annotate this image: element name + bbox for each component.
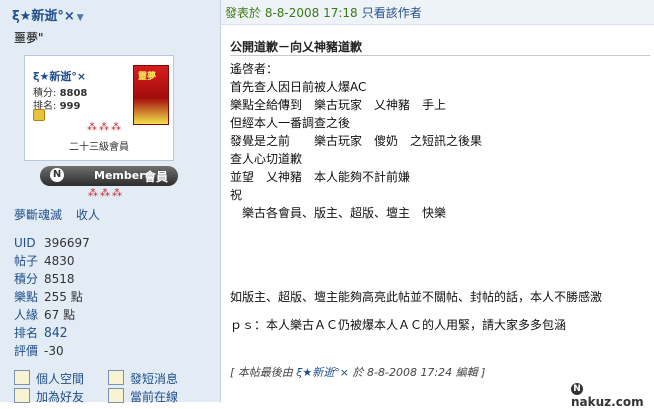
stat-value: 396697 bbox=[44, 236, 90, 250]
body-line: 樂古各會員、版主、超版、壇主 快樂 bbox=[230, 206, 447, 220]
rank-stars: ⁂⁂⁂ bbox=[87, 122, 123, 133]
post-note: 如版主、超版、壇主能夠高亮此帖並不關帖、封帖的話，本人不勝感激 bbox=[230, 290, 603, 304]
member-stars: ⁂⁂⁂ bbox=[88, 188, 124, 199]
online-status: 當前在線 bbox=[108, 388, 178, 405]
online-icon bbox=[108, 388, 124, 403]
stat-value: 4830 bbox=[44, 254, 75, 268]
profile-link[interactable]: 個人空間 bbox=[14, 370, 84, 387]
title-divider bbox=[230, 55, 650, 56]
stat-row-rating: 評價 -30 bbox=[14, 342, 90, 360]
edit-prefix: [ 本帖最後由 bbox=[230, 366, 293, 379]
post-container: ξ★新逝°× ▼ 噩夢" ξ★新逝°× 積分: 8808 排名: 999 靈夢 ⁂… bbox=[0, 0, 654, 409]
watermark-logo-icon: N bbox=[571, 383, 583, 395]
author-name-text[interactable]: ξ★新逝°× bbox=[12, 9, 75, 24]
stat-row-rank: 排名 842 bbox=[14, 324, 90, 342]
chevron-down-icon[interactable]: ▼ bbox=[77, 13, 84, 23]
stat-key: UID bbox=[14, 236, 36, 250]
edit-suffix: 於 8-8-2008 17:24 編輯 ] bbox=[352, 366, 486, 379]
post-body: 遙啓者： 首先查人因日前被人爆AC 樂點全給傳到 樂古玩家 乂神豬 手上 但經本… bbox=[230, 60, 650, 222]
post-title: 公開道歉－向乂神豬道歉 bbox=[230, 40, 363, 54]
stat-key: 評價 bbox=[14, 344, 39, 358]
stat-key: 人緣 bbox=[14, 308, 39, 322]
edit-user-link[interactable]: ξ★新逝°× bbox=[296, 366, 349, 379]
send-message-label[interactable]: 發短消息 bbox=[130, 372, 178, 386]
author-name[interactable]: ξ★新逝°× ▼ bbox=[12, 5, 84, 24]
body-line: 樂點全給傳到 樂古玩家 乂神豬 手上 bbox=[230, 98, 447, 112]
stat-key: 樂點 bbox=[14, 290, 39, 304]
author-only-link[interactable]: 只看該作者 bbox=[362, 6, 422, 20]
user-title: 噩夢" bbox=[14, 31, 44, 45]
profile-icon bbox=[14, 370, 30, 385]
post-meta-bar: 發表於 8-8-2008 17:18 只看該作者 bbox=[221, 0, 654, 25]
stat-value: -30 bbox=[44, 344, 64, 358]
stat-row-points: 積分 8518 bbox=[14, 270, 90, 288]
group-link-0[interactable]: 夢斷魂滅 bbox=[14, 208, 62, 222]
profile-link-label[interactable]: 個人空間 bbox=[36, 372, 84, 386]
stat-key: 帖子 bbox=[14, 254, 39, 268]
profile-card: ξ★新逝°× 積分: 8808 排名: 999 靈夢 ⁂⁂⁂ 二十三級會員 bbox=[24, 55, 174, 161]
send-message-link[interactable]: 發短消息 bbox=[108, 370, 178, 387]
posted-at: 發表於 8-8-2008 17:18 bbox=[225, 6, 358, 20]
author-stats: UID 396697 帖子 4830 積分 8518 樂點 255 點 人緣 67 點 排… bbox=[14, 234, 90, 360]
stat-row-popularity: 人緣 67 點 bbox=[14, 306, 90, 324]
body-line: 首先查人因日前被人爆AC bbox=[230, 80, 367, 94]
member-logo-icon: N bbox=[50, 168, 64, 182]
group-link-1[interactable]: 收人 bbox=[76, 208, 100, 222]
card-username: ξ★新逝°× bbox=[33, 70, 87, 83]
watermark: Nnakuz.com bbox=[571, 380, 654, 409]
member-badge-text: Member bbox=[94, 169, 145, 182]
member-badge-cn: 會員 bbox=[144, 170, 169, 184]
post-meta: 發表於 8-8-2008 17:18 只看該作者 bbox=[225, 4, 422, 21]
member-badge: N Member 會員 bbox=[40, 166, 178, 186]
post-ps: ｐｓ：本人樂古ＡＣ仍被爆本人ＡＣ的人用緊，請大家多多包涵 bbox=[230, 318, 567, 332]
stat-value: 8518 bbox=[44, 272, 75, 286]
body-line: 祝 bbox=[230, 188, 243, 202]
stat-value: 255 點 bbox=[44, 290, 83, 304]
watermark-text: nakuz.com bbox=[571, 395, 644, 409]
body-line: 查人心切道歉 bbox=[230, 152, 303, 166]
body-line: 但經本人一番調查之後 bbox=[230, 116, 351, 130]
body-line: 遙啓者： bbox=[230, 62, 279, 76]
stat-row-uid: UID 396697 bbox=[14, 234, 90, 252]
body-line: 發覺是之前 樂古玩家 傻奶 之短訊之後果 bbox=[230, 134, 483, 148]
stat-key: 排名 bbox=[14, 326, 39, 340]
stat-value: 67 點 bbox=[44, 308, 76, 322]
stat-row-posts: 帖子 4830 bbox=[14, 252, 90, 270]
stat-key: 積分 bbox=[14, 272, 39, 286]
card-rank-value: 999 bbox=[59, 101, 81, 112]
member-level: 二十三級會員 bbox=[69, 142, 129, 153]
medal-icon bbox=[33, 109, 45, 121]
avatar-text: 靈夢 bbox=[138, 72, 157, 82]
avatar[interactable]: 靈夢 bbox=[133, 65, 169, 125]
author-groups: 夢斷魂滅 收人 bbox=[14, 206, 110, 223]
message-icon bbox=[108, 370, 124, 385]
add-friend-icon bbox=[14, 388, 30, 403]
body-line: 並望 乂神豬 本人能夠不計前嫌 bbox=[230, 170, 411, 184]
author-panel: ξ★新逝°× ▼ 噩夢" ξ★新逝°× 積分: 8808 排名: 999 靈夢 ⁂… bbox=[0, 0, 221, 405]
stat-value: 842 bbox=[44, 326, 68, 341]
edit-notice: [ 本帖最後由 ξ★新逝°× 於 8-8-2008 17:24 編輯 ] bbox=[230, 364, 485, 380]
stat-row-lepoints: 樂點 255 點 bbox=[14, 288, 90, 306]
post-content: 發表於 8-8-2008 17:18 只看該作者 公開道歉－向乂神豬道歉 遙啓者：… bbox=[221, 0, 654, 409]
add-friend-link[interactable]: 加為好友 bbox=[14, 388, 84, 405]
